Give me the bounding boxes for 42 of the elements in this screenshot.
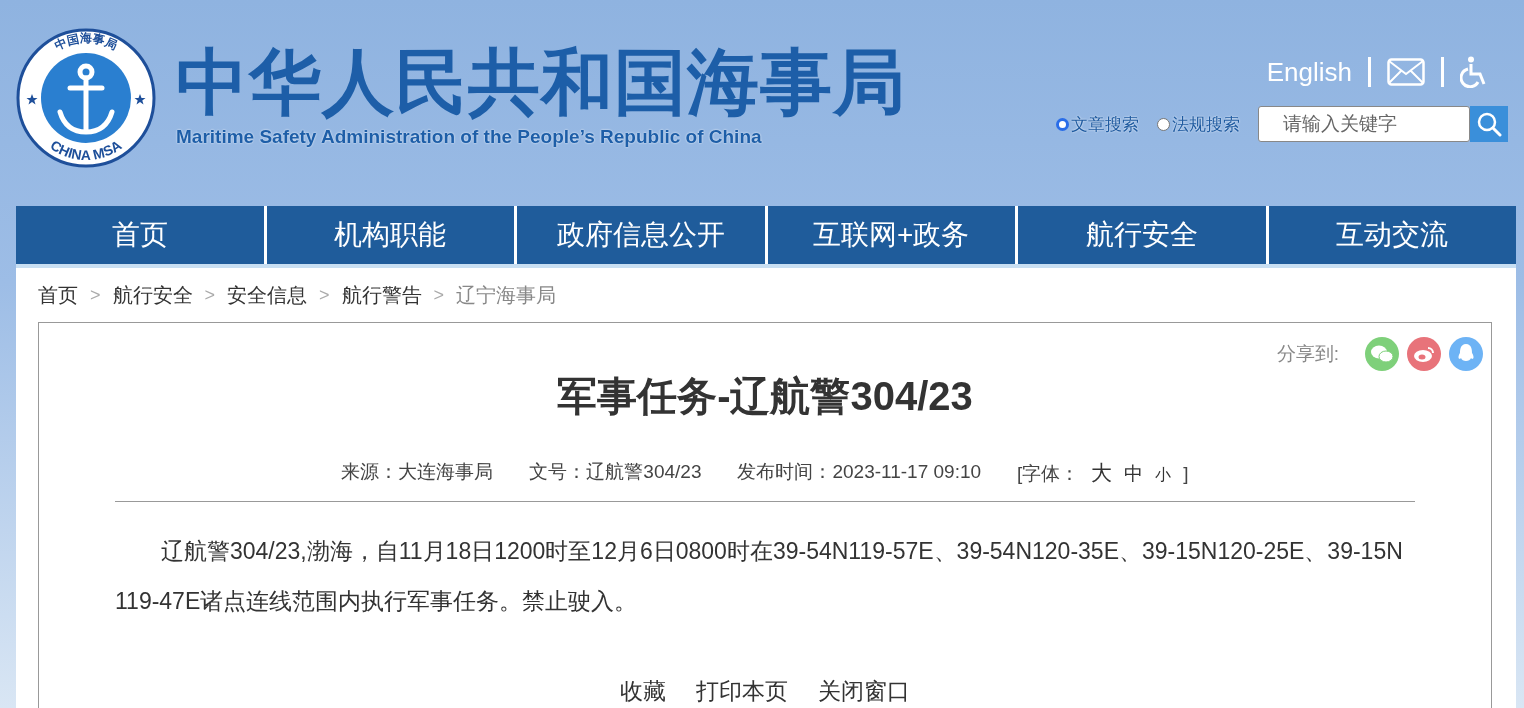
- breadcrumb-separator: >: [90, 284, 101, 306]
- breadcrumb-separator: >: [433, 284, 445, 306]
- article-action-link[interactable]: 收藏: [620, 676, 666, 707]
- article-action-link[interactable]: 打印本页: [696, 676, 788, 707]
- site-title: 中华人民共和国海事局: [176, 41, 906, 124]
- eye-logo-share-button[interactable]: [1407, 337, 1441, 371]
- nav-tab[interactable]: 机构职能: [266, 206, 514, 264]
- penguin-share-button[interactable]: [1449, 337, 1483, 371]
- nav-tab[interactable]: 首页: [16, 206, 264, 264]
- nav-tab[interactable]: 互动交流: [1268, 206, 1516, 264]
- search-icon: [1476, 111, 1502, 137]
- nav-tab[interactable]: 航行安全: [1018, 206, 1266, 264]
- article-action-link[interactable]: 关闭窗口: [818, 676, 910, 707]
- site-subtitle: Maritime Safety Administration of the People’s Republic of China: [176, 126, 763, 148]
- breadcrumb-link[interactable]: 航行警告: [341, 281, 422, 309]
- article-meta: 发布时间：2023-11-17 09:10: [737, 460, 982, 484]
- anchor-emblem-logo: 中国海事局 CHINA MSA: [16, 28, 156, 168]
- article-meta: 来源：大连海事局: [341, 460, 494, 484]
- mail-icon[interactable]: [1387, 58, 1425, 86]
- wheelchair-icon[interactable]: [1460, 56, 1488, 88]
- eye-logo-icon: [1413, 345, 1435, 363]
- breadcrumb-link[interactable]: 安全信息: [227, 281, 308, 309]
- font-size-link[interactable]: 中: [1124, 461, 1144, 487]
- font-size-bracket: ]: [1183, 463, 1189, 485]
- breadcrumb-link[interactable]: 首页: [38, 281, 78, 309]
- font-size-label: [字体：: [1017, 462, 1080, 486]
- font-size-link[interactable]: 大: [1091, 459, 1113, 487]
- share-label: 分享到:: [1276, 342, 1339, 366]
- article-body: 辽航警304/23,渤海，自11月18日1200时至12月6日0800时在39-54N119-57E、39-54N120-35E、39-15N120-25E、39-15N119-47E诸点连线范围内执行军事任务。禁止驶入。: [115, 537, 1404, 616]
- chat-bubbles-share-button[interactable]: [1365, 337, 1399, 371]
- font-size-link[interactable]: 小: [1155, 465, 1172, 486]
- breadcrumb-link[interactable]: 航行安全: [112, 281, 193, 309]
- nav-tab[interactable]: 政府信息公开: [517, 206, 765, 264]
- search-button[interactable]: [1470, 106, 1508, 142]
- breadcrumb-separator: >: [319, 284, 330, 306]
- search-field[interactable]: 请输入关键字: [1258, 106, 1470, 142]
- nav-tab[interactable]: 互联网+政务: [767, 206, 1015, 264]
- breadcrumb-separator: >: [204, 284, 216, 306]
- breadcrumb-link[interactable]: 辽宁海事局: [456, 281, 557, 309]
- article-meta: 文号：辽航警304/23: [529, 460, 702, 484]
- article-title: 军事任务-辽航警304/23: [556, 373, 974, 420]
- chat-bubbles-icon: [1371, 345, 1393, 363]
